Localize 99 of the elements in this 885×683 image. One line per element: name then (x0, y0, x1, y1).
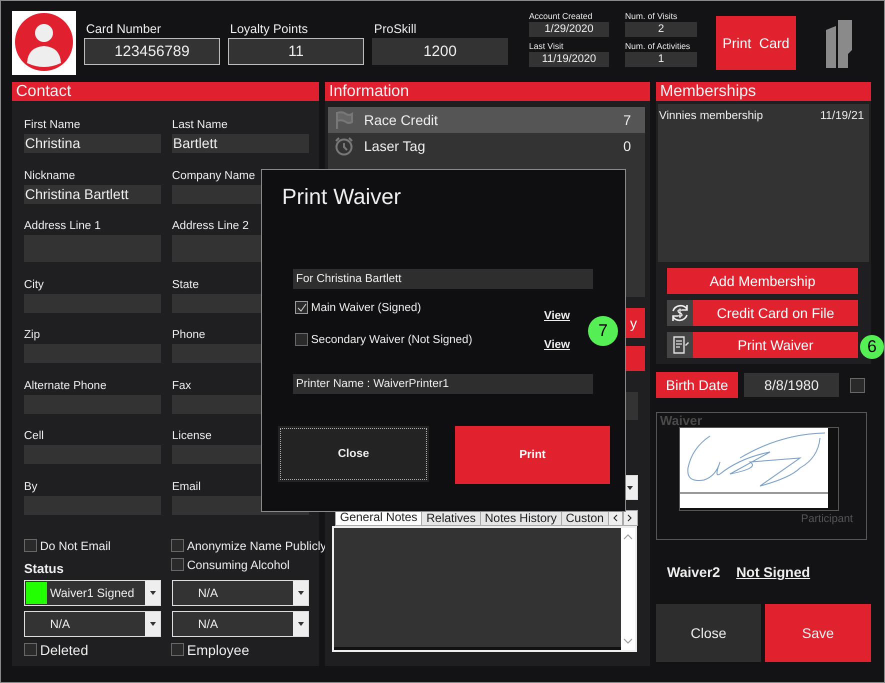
membership-date: 11/19/21 (820, 110, 864, 122)
activity-count: 7 (623, 112, 631, 128)
membership-action-button[interactable]: Credit Card on File (693, 300, 858, 326)
field-label: Email (172, 480, 201, 494)
checkbox[interactable] (295, 301, 308, 314)
checkbox-label: Deleted (40, 642, 88, 658)
activity-name: Laser Tag (364, 138, 426, 154)
field-label: Nickname (24, 170, 76, 184)
field-label: State (172, 278, 199, 292)
field-label: Cell (24, 430, 44, 444)
activity-name: Race Credit (364, 112, 439, 128)
view-link[interactable]: View (544, 339, 570, 351)
step-number-badge: 6 (860, 335, 884, 359)
status-dropdown[interactable]: N/A (172, 580, 309, 606)
scroll-right-icon[interactable] (627, 514, 634, 522)
dollar-cycle-icon (669, 302, 691, 324)
field-label: Address Line 1 (24, 220, 101, 234)
caret-icon (150, 590, 156, 594)
birth-date-button[interactable]: Birth Date (656, 372, 738, 398)
print-button[interactable]: Print (455, 426, 610, 484)
checkbox-label: Anonymize Name Publicly (187, 538, 326, 552)
printer-field: Printer Name : WaiverPrinter1 (293, 374, 593, 394)
stat-label: Last Visit (529, 40, 564, 52)
panel-header: Contact (12, 82, 319, 101)
caret-icon (298, 622, 304, 626)
participant-field: For Christina Bartlett (293, 269, 593, 289)
checkbox-label: Consuming Alcohol (187, 558, 290, 572)
field-value[interactable]: 11 (228, 38, 364, 65)
checkbox[interactable] (850, 378, 865, 392)
caret-icon (298, 590, 304, 594)
clock-icon (334, 136, 354, 156)
field-value[interactable]: 123456789 (84, 38, 220, 65)
checkbox-label: Main Waiver (Signed) (311, 302, 422, 314)
stat-value: 2 (625, 22, 697, 37)
field-value[interactable]: 1200 (372, 38, 508, 65)
caret-icon (150, 622, 156, 626)
activity-row[interactable]: Race Credit 7 (328, 107, 645, 133)
scroll-down-icon[interactable] (623, 638, 633, 644)
stat-value: 1 (625, 52, 697, 67)
field-label: Fax (172, 380, 192, 394)
activity-row[interactable]: Laser Tag 0 (328, 133, 645, 159)
panel-header: Information (325, 82, 650, 101)
input-field[interactable]: Christina (24, 134, 161, 153)
field-label: Last Name (172, 119, 228, 133)
input-field[interactable]: Bartlett (172, 134, 309, 153)
checkbox[interactable] (24, 643, 37, 656)
field-label: Card Number (86, 22, 162, 38)
birth-date-field[interactable]: 8/8/1980 (744, 373, 839, 397)
waiver2-status-link[interactable]: Not Signed (736, 564, 810, 580)
field-label: Alternate Phone (24, 380, 106, 394)
panel-header: Memberships (656, 82, 871, 101)
field-label: Company Name (172, 170, 256, 184)
stat-value: 11/19/2020 (529, 52, 609, 67)
view-link[interactable]: View (544, 310, 570, 322)
close-button[interactable]: Close (278, 426, 429, 482)
status-label: Status (24, 560, 65, 576)
checkbox-label: Employee (187, 642, 250, 658)
print-card-button[interactable]: Print Card (716, 16, 796, 70)
notes-area[interactable] (332, 526, 637, 652)
checkbox[interactable] (171, 539, 184, 552)
stat-label: Num. of Activities (625, 40, 692, 52)
waiver2-label: Waiver2 (667, 564, 720, 580)
flag-icon (334, 110, 354, 130)
stat-label: Num. of Visits (625, 10, 678, 22)
field-label: License (172, 430, 212, 444)
checkbox[interactable] (171, 558, 184, 571)
checkbox-label: Do Not Email (40, 538, 111, 552)
membership-name[interactable]: Vinnies membership (659, 110, 763, 122)
checkbox[interactable] (24, 539, 37, 552)
close-button[interactable]: Close (656, 604, 761, 662)
field-label: First Name (24, 119, 80, 133)
activity-count: 0 (623, 138, 631, 154)
field-label: Phone (172, 329, 206, 343)
membership-action-button[interactable]: Print Waiver (693, 332, 858, 358)
membership-action-button[interactable]: Add Membership (667, 268, 858, 294)
user-avatar-icon (12, 11, 76, 75)
save-button[interactable]: Save (765, 604, 871, 662)
caret-icon (626, 486, 632, 490)
field-label: Loyalty Points (230, 22, 309, 38)
waiver-title: Waiver (659, 415, 704, 427)
scroll-left-icon[interactable] (612, 514, 618, 522)
scroll-up-icon[interactable] (623, 534, 633, 540)
field-label: City (24, 278, 44, 292)
stat-label: Account Created (529, 10, 594, 22)
field-label: Zip (24, 329, 40, 343)
dialog-title: Print Waiver (282, 184, 402, 210)
field-label: By (24, 480, 38, 494)
status-dropdown[interactable]: N/A (24, 610, 161, 636)
checkbox[interactable] (295, 333, 308, 346)
signature-caption: Participant (801, 513, 853, 525)
stat-value: 1/29/2020 (529, 22, 609, 37)
field-label: ProSkill (374, 22, 418, 38)
input-field[interactable]: Christina Bartlett (24, 184, 161, 204)
status-dropdown[interactable]: Waiver1 Signed (24, 580, 161, 606)
scrollbar[interactable] (621, 528, 635, 650)
status-dropdown[interactable]: N/A (172, 610, 309, 636)
checkbox-label: Secondary Waiver (Not Signed) (311, 334, 472, 346)
field-label: Address Line 2 (172, 220, 249, 234)
checkbox[interactable] (171, 643, 184, 656)
